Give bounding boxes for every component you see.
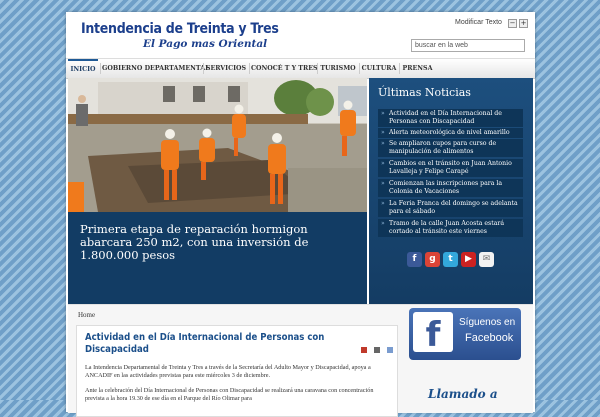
email-icon[interactable]: ✉: [479, 252, 494, 267]
nav-divider: [359, 63, 360, 74]
pdf-icon[interactable]: [361, 347, 367, 353]
google-icon[interactable]: g: [425, 252, 440, 267]
facebook-icon[interactable]: f: [407, 252, 422, 267]
site-logo-title[interactable]: Intendencia de Treinta y Tres: [81, 21, 279, 37]
hero-caption[interactable]: Primera etapa de reparación hormigon aba…: [68, 212, 367, 304]
article-paragraph: Ante la celebración del Día Internaciona…: [85, 387, 374, 402]
decrease-text-button[interactable]: −: [508, 19, 517, 28]
email-article-icon[interactable]: [387, 347, 394, 353]
nav-divider: [203, 63, 204, 74]
nav-divider: [100, 63, 101, 74]
increase-text-button[interactable]: +: [519, 19, 528, 28]
nav-item-cultura[interactable]: CULTURA: [361, 59, 397, 78]
nav-item-prensa[interactable]: PRENSA: [401, 59, 434, 78]
article-title[interactable]: Actividad en el Día Internacional de Per…: [85, 332, 350, 356]
page-container: Intendencia de Treinta y Tres El Pago ma…: [66, 12, 535, 417]
facebook-logo-icon: f: [413, 312, 453, 355]
llamado-heading[interactable]: Llamado a: [428, 387, 498, 401]
latest-news-panel: Últimas Noticias Actividad en el Día Int…: [369, 78, 533, 304]
modify-text-label: Modificar Texto: [455, 19, 502, 26]
article-tools: [361, 338, 395, 357]
main-navigation: INICIO GOBIERNO DEPARTAMENTAL SERVICIOS …: [66, 58, 535, 79]
youtube-icon[interactable]: ▶: [461, 252, 476, 267]
news-item[interactable]: La Feria Franca del domingo se adelanta …: [378, 199, 523, 217]
twitter-icon[interactable]: t: [443, 252, 458, 267]
news-item[interactable]: Comienzan las inscripciones para la Colo…: [378, 179, 523, 197]
news-item[interactable]: Tramo de la calle Juan Acosta estará cor…: [378, 219, 523, 237]
article: Actividad en el Día Internacional de Per…: [76, 325, 398, 417]
hero-caption-text: Primera etapa de reparación hormigon aba…: [80, 222, 309, 262]
news-item[interactable]: Actividad en el Día Internacional de Per…: [378, 109, 523, 127]
nav-item-turismo[interactable]: TURISMO: [319, 59, 357, 78]
site-header: Intendencia de Treinta y Tres El Pago ma…: [66, 12, 535, 58]
news-item[interactable]: Alerta meteorológica de nivel amarillo: [378, 128, 523, 138]
hero-slideshow[interactable]: Primera etapa de reparación hormigon aba…: [68, 78, 367, 304]
nav-item-servicios[interactable]: SERVICIOS: [205, 59, 247, 78]
search-input[interactable]: buscar en la web: [411, 39, 525, 52]
article-paragraph: La Intendencia Departamental de Treinta …: [85, 364, 371, 379]
nav-divider: [249, 63, 250, 74]
site-logo-subtitle: El Pago mas Oriental: [143, 38, 268, 50]
breadcrumb[interactable]: Home: [78, 311, 95, 319]
nav-item-inicio[interactable]: INICIO: [68, 59, 98, 80]
facebook-follow-line2: Facebook: [465, 332, 514, 344]
latest-news-title: Últimas Noticias: [378, 86, 471, 99]
nav-divider: [317, 63, 318, 74]
nav-item-gobierno[interactable]: GOBIERNO DEPARTAMENTAL: [102, 59, 210, 78]
facebook-follow-line1: Síguenos en: [459, 317, 516, 328]
print-icon[interactable]: [374, 347, 381, 353]
news-item[interactable]: Se ampliaron cupos para curso de manipul…: [378, 139, 523, 157]
facebook-follow-banner[interactable]: f Síguenos en Facebook: [409, 308, 521, 360]
nav-divider: [399, 63, 400, 74]
nav-item-conoce[interactable]: CONOCÉ T Y TRES: [251, 59, 318, 78]
news-item[interactable]: Cambios en el tránsito en Juan Antonio L…: [378, 159, 523, 177]
hero-photo: [68, 78, 367, 212]
